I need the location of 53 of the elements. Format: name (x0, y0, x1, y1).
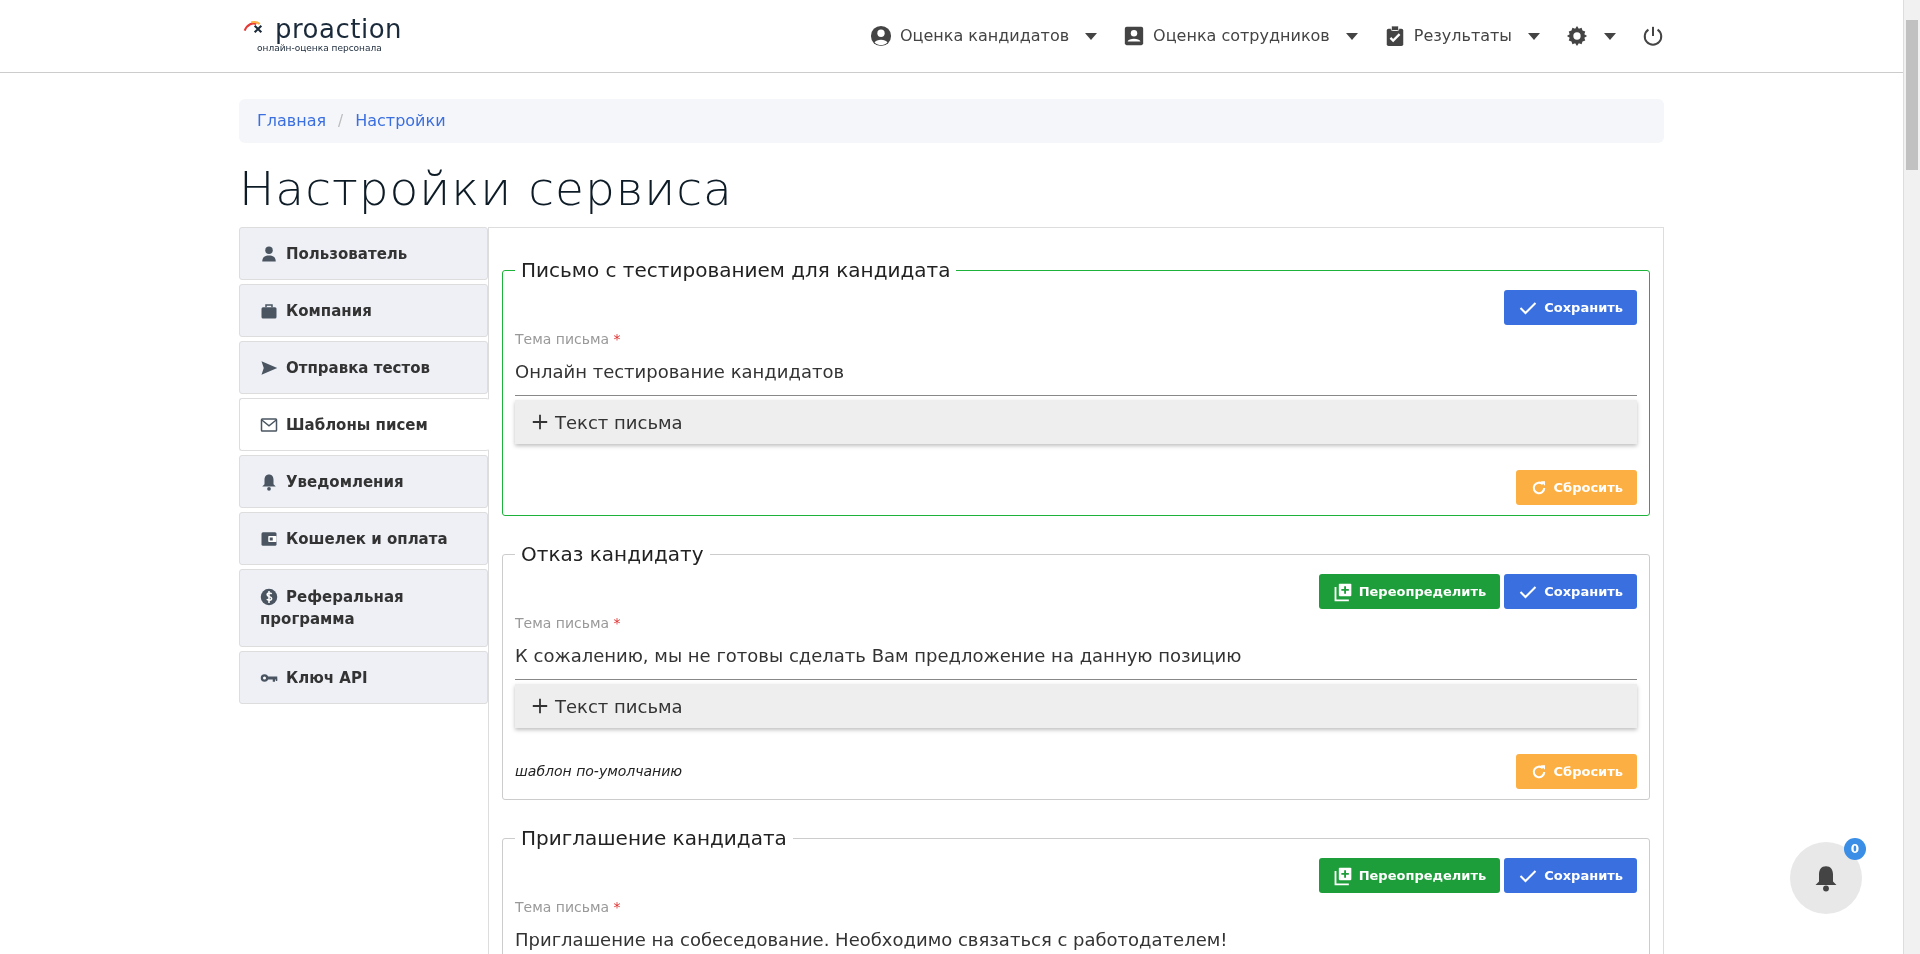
plus-icon (531, 413, 549, 432)
plus-icon (531, 697, 549, 716)
nav-menu[interactable]: Результаты (1383, 24, 1540, 48)
template-title: Письмо с тестированием для кандидата (520, 258, 952, 283)
sidebar-tab[interactable]: Уведомления (239, 455, 488, 509)
breadcrumb-link[interactable]: Главная (257, 109, 327, 133)
subject-field[interactable]: Приглашение на собеседование. Необходимо связаться с работодателем! (515, 918, 1637, 954)
user-icon (260, 245, 278, 264)
bell-icon (260, 473, 278, 492)
nav-menu[interactable]: Оценка сотрудников (1123, 24, 1358, 48)
subject-field[interactable]: К сожалению, мы не готовы сделать Вам предложение на данную позицию (515, 634, 1637, 681)
logo-wordmark: proaction (275, 16, 403, 43)
override-button[interactable]: Переопределить (1318, 574, 1501, 610)
breadcrumb-separator: / (338, 110, 344, 132)
field-label: Тема письма * (515, 898, 622, 918)
override-button[interactable]: Переопределить (1318, 858, 1501, 894)
sidebar-tab[interactable]: Шаблоны писем (239, 398, 489, 452)
copy-plus-icon (1332, 865, 1353, 886)
briefcase-icon (260, 302, 278, 321)
field-label: Тема письма * (515, 614, 622, 634)
envelope-icon (260, 416, 278, 435)
subject-field[interactable]: Онлайн тестирование кандидатов (515, 350, 1637, 397)
dollar-icon (260, 588, 278, 607)
sidebar-tab[interactable]: Отправка тестов (239, 341, 488, 395)
template-title: Приглашение кандидата (520, 826, 788, 851)
scrollbar[interactable] (1903, 0, 1920, 954)
user-circle-icon (869, 25, 892, 47)
sidebar-tab[interactable]: Ключ API (239, 651, 488, 705)
page-title: Настройки сервиса (239, 161, 734, 218)
save-button[interactable]: Сохранить (1504, 858, 1637, 894)
notification-count: 0 (1844, 838, 1866, 860)
logout-button[interactable] (1642, 25, 1664, 47)
save-button[interactable]: Сохранить (1504, 290, 1637, 326)
id-card-icon (1123, 25, 1146, 47)
body-toggle[interactable]: Текст письма (515, 400, 1637, 445)
wallet-icon (260, 530, 278, 549)
default-template-note: шаблон по-умолчанию (515, 762, 683, 782)
settings-menu[interactable] (1566, 25, 1616, 47)
template-title: Отказ кандидату (520, 542, 705, 567)
power-icon (1642, 25, 1664, 47)
scrollbar-thumb[interactable] (1906, 20, 1918, 170)
field-label: Тема письма * (515, 330, 622, 350)
save-button[interactable]: Сохранить (1504, 574, 1637, 610)
settings-icon (1566, 25, 1588, 47)
nav-menu[interactable]: Оценка кандидатов (869, 24, 1098, 48)
sidebar-tab[interactable]: Пользователь (239, 227, 488, 281)
sidebar-tab[interactable]: Реферальная программа (239, 569, 488, 648)
logo-tagline: онлайн-оценка персонала (257, 43, 382, 56)
sidebar-tab[interactable]: Кошелек и оплата (239, 512, 488, 566)
body-toggle[interactable]: Текст письма (515, 684, 1637, 729)
sidebar-tab[interactable]: Компания (239, 284, 488, 338)
copy-plus-icon (1332, 581, 1353, 602)
breadcrumb-link[interactable]: Настройки (355, 109, 446, 133)
